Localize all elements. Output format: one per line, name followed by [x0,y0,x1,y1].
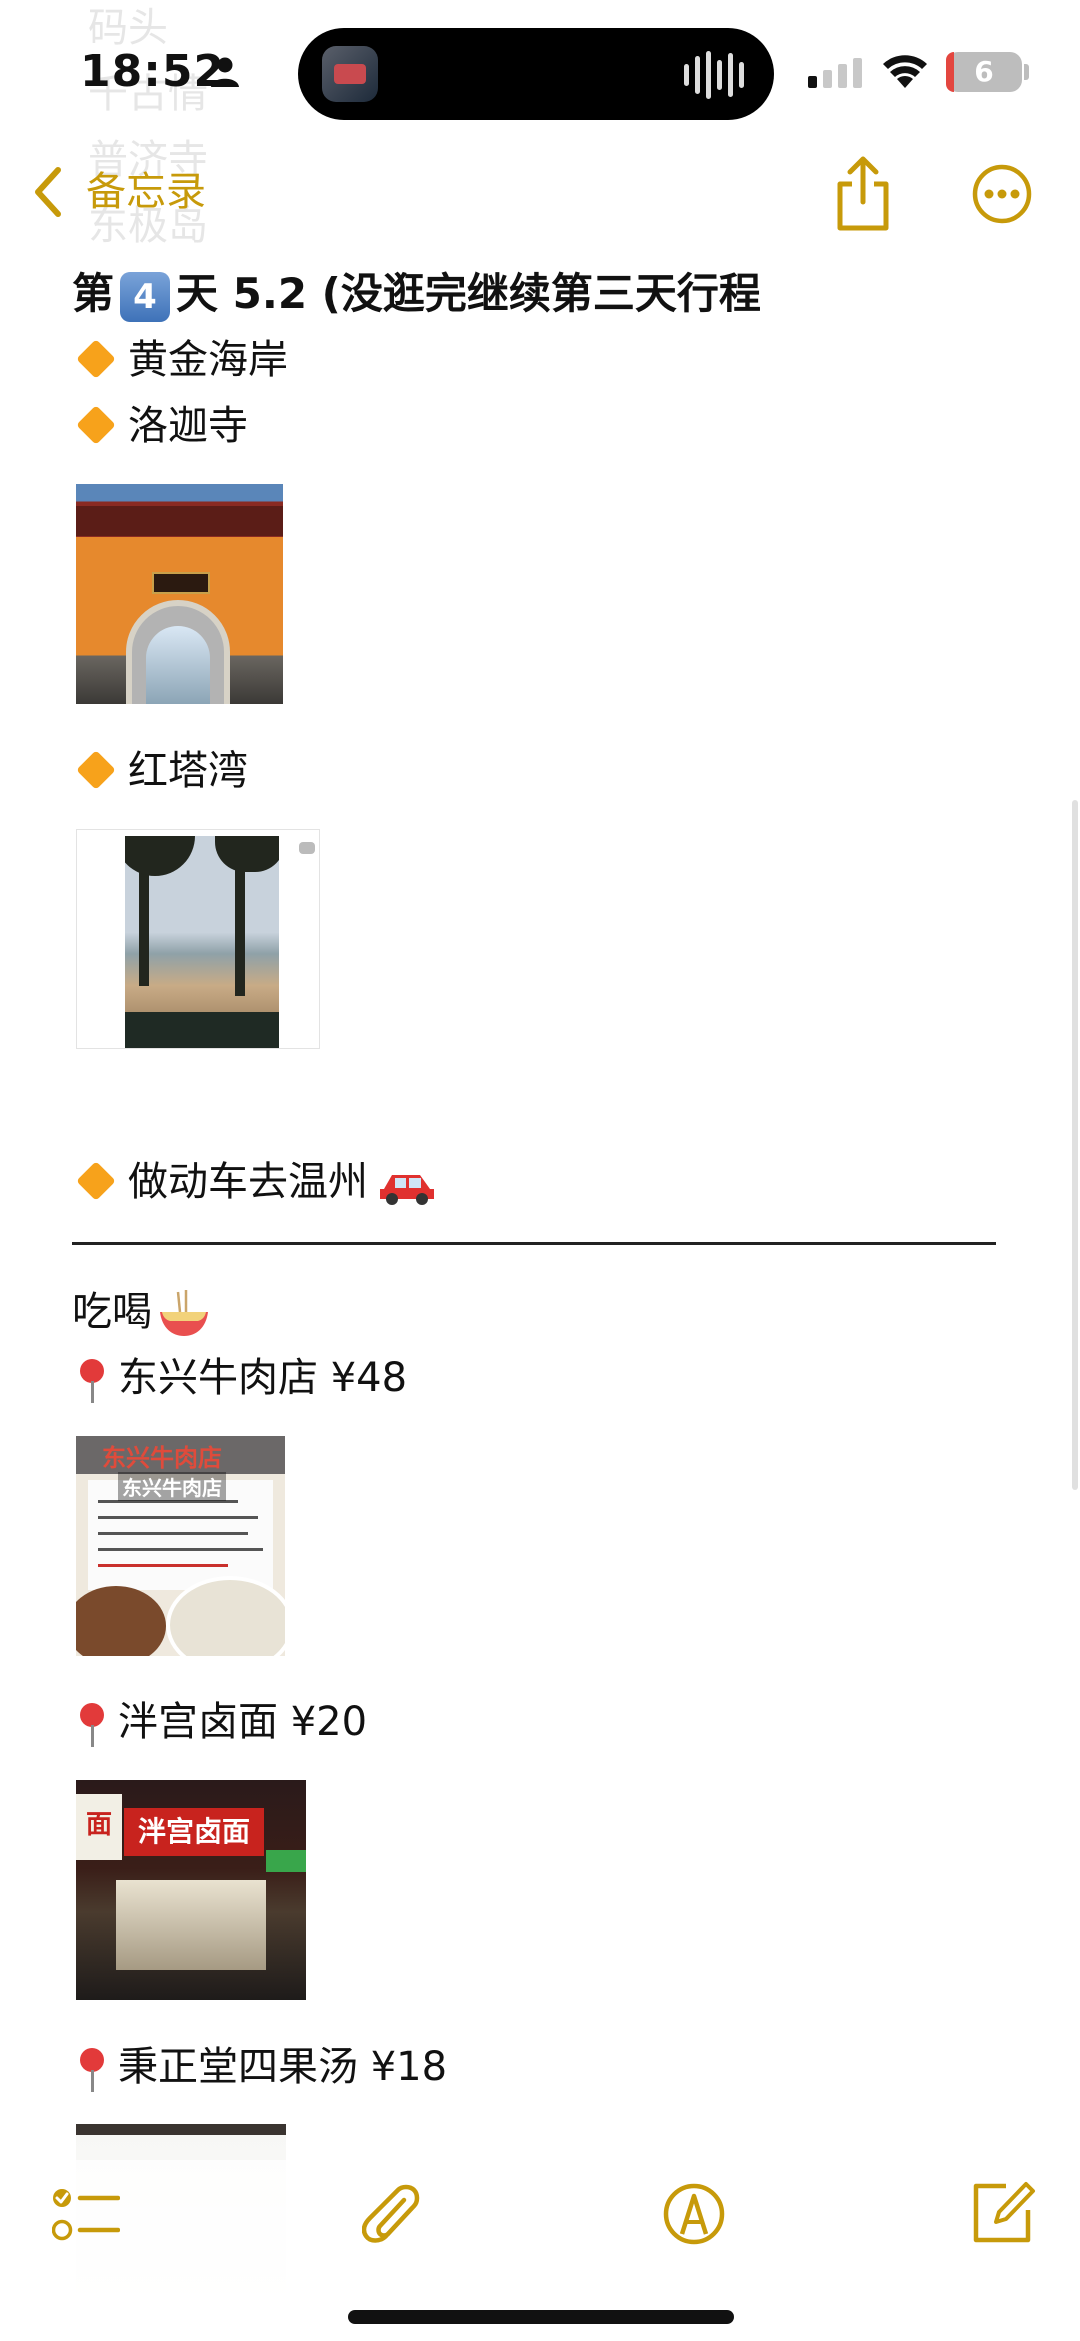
home-indicator[interactable] [348,2310,734,2324]
wifi-icon [883,55,927,88]
day-heading-text: 天 5.2 (没逛完继续第三天行程 [176,269,761,318]
food-heading[interactable]: 吃喝 [72,1282,210,1342]
pen-icon[interactable] [662,2182,726,2246]
day-heading-prefix: 第 [72,269,115,318]
beef-restaurant-photo[interactable]: 东兴牛肉店 东兴牛肉店 [76,1436,285,1656]
list-item[interactable]: 黄金海岸 [72,330,288,390]
list-item-label: 洛迦寺 [128,403,248,449]
tree-canopy [215,836,279,872]
tree-canopy [125,836,195,876]
divider-line [72,1242,996,1245]
shop-sign: 泮宫卤面 [124,1808,264,1856]
restaurant-label: 秉正堂四果汤 ¥18 [118,2044,448,2090]
green-sign [266,1850,306,1872]
battery-icon: 6 [946,52,1022,92]
now-playing-app-icon[interactable] [322,46,378,102]
foreground-trees [125,1012,279,1048]
food-heading-label: 吃喝 [72,1289,152,1335]
restaurant-label: 东兴牛肉店 ¥48 [118,1355,408,1401]
list-item-label: 黄金海岸 [128,337,288,383]
list-item-label: 做动车去温州 [128,1159,368,1205]
list-item[interactable]: 洛迦寺 [72,396,248,456]
battery-label: 6 [974,55,994,88]
shop-interior [116,1880,266,1970]
notes-screen: 码头 千古情 普济寺 东极岛 18:52 6 备忘录 第 4 天 5.2 (没逛… [0,0,1080,2341]
photo-caption: 东兴牛肉店 [118,1472,226,1501]
list-item[interactable]: 做动车去温州 [72,1152,436,1212]
temple-plaque [152,572,210,594]
round-pushpin-icon [78,1355,106,1405]
list-item-label: 红塔湾 [128,748,248,794]
paperclip-icon[interactable] [362,2182,424,2250]
keycap-four-icon: 4 [120,271,171,322]
restaurant-item[interactable]: 泮宫卤面 ¥20 [72,1692,367,1752]
share-icon[interactable] [832,154,894,234]
orange-diamond-icon [76,750,116,790]
person-icon [211,57,239,87]
temple-photo[interactable] [76,484,283,704]
beach-photo[interactable] [76,829,320,1049]
list-item[interactable]: 红塔湾 [72,741,248,801]
noodle-bowl-icon [158,1290,210,1338]
restaurant-item[interactable]: 东兴牛肉店 ¥48 [72,1348,407,1408]
battery-cap [1024,64,1029,80]
temple-gate [126,600,230,704]
temple-roof [76,506,283,536]
beach-scene [125,836,279,1048]
status-bar: 18:52 6 [0,0,1080,140]
restaurant-label: 泮宫卤面 ¥20 [118,1699,368,1745]
restaurant-item[interactable]: 秉正堂四果汤 ¥18 [72,2037,447,2097]
orange-diamond-icon [76,405,116,445]
orange-diamond-icon [76,339,116,379]
signal-icon [808,58,862,88]
scrollbar[interactable] [1072,800,1078,1490]
orange-diamond-icon [76,1161,116,1201]
audio-wave-icon [684,50,744,100]
round-pushpin-icon [78,1699,106,1749]
day-heading[interactable]: 第4天 5.2 (没逛完继续第三天行程 [72,264,761,324]
nav-bar: 备忘录 [0,140,1080,250]
signboard-text: 东兴牛肉店 [102,1444,222,1472]
dish [76,1586,166,1656]
checklist-icon[interactable] [52,2184,120,2248]
image-badge [299,842,315,854]
side-sign: 面 [76,1794,122,1860]
back-button[interactable]: 备忘录 [86,164,206,220]
chevron-left-icon[interactable] [30,164,66,220]
status-time: 18:52 [80,46,226,97]
noodle-shop-photo[interactable]: 面 泮宫卤面 [76,1780,306,2000]
round-pushpin-icon [78,2044,106,2094]
compose-icon[interactable] [966,2176,1036,2248]
car-icon [378,1164,436,1205]
dynamic-island[interactable] [298,28,774,120]
restaurant-signboard: 东兴牛肉店 [76,1436,285,1474]
more-icon[interactable] [972,164,1032,224]
